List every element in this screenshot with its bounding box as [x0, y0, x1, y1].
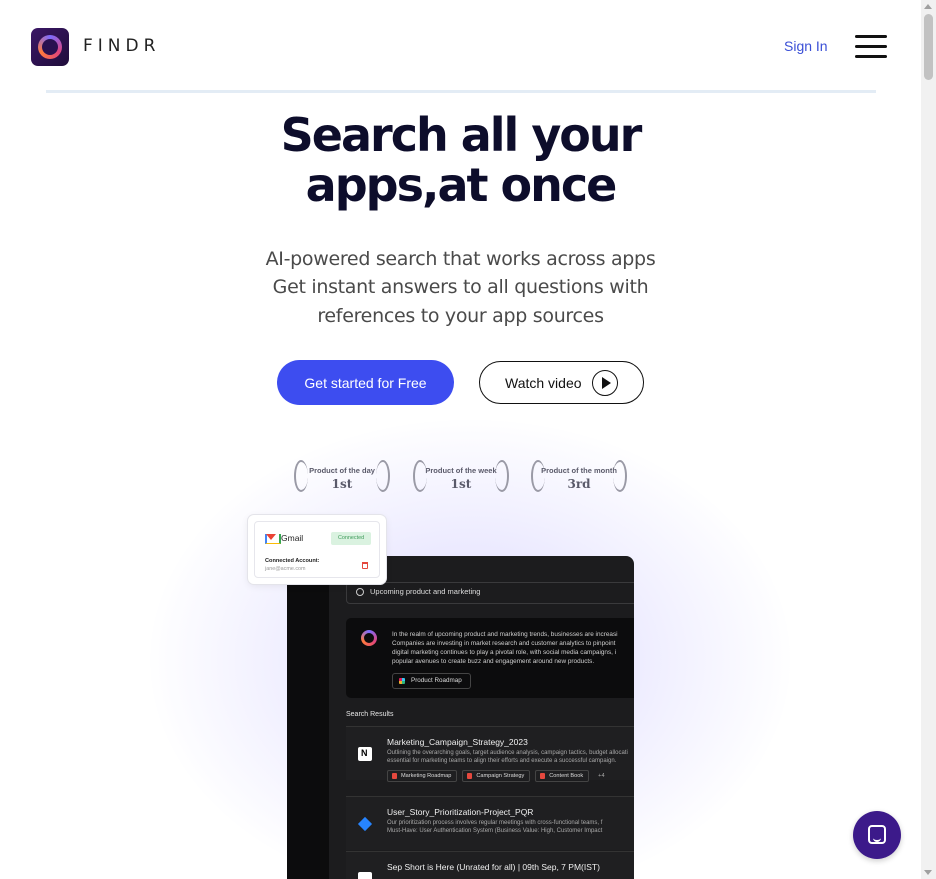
trash-icon [362, 562, 368, 569]
hero-subtitle-3: references to your app sources [317, 305, 604, 327]
laurel-right-icon [613, 460, 627, 492]
ai-source-chip: Product Roadmap [392, 673, 471, 689]
play-icon [592, 370, 618, 396]
result-title: Sep Short is Here (Unrated for all) | 09… [387, 862, 600, 872]
result-item: User_Story_Prioritization-Project_PQR Ou… [346, 796, 634, 850]
findr-logo-icon[interactable] [31, 28, 69, 66]
gmail-name: Gmail [281, 533, 304, 543]
laurel-right-icon [495, 460, 509, 492]
result-tags: Marketing Roadmap Campaign Strategy Cont… [387, 770, 605, 782]
result-desc-line: Must-Have: User Authentication System (B… [387, 828, 603, 834]
hero-title-highlight: at once [431, 158, 626, 212]
result-item: Sep Short is Here (Unrated for all) | 09… [346, 851, 634, 879]
chat-icon [868, 825, 886, 844]
jira-icon [357, 816, 373, 832]
header-divider [46, 90, 876, 93]
result-desc-line: Outlining the overarching goals, target … [387, 750, 628, 756]
laurel-left-icon [294, 460, 308, 492]
scroll-thumb[interactable] [924, 14, 933, 80]
result-desc-line: Our prioritization process involves regu… [387, 820, 603, 826]
ai-answer-line: In the realm of upcoming product and mar… [392, 631, 618, 638]
hero-subtitle-1: AI-powered search that works across apps [265, 248, 656, 270]
mockup-sidebar [287, 556, 329, 879]
result-desc-line: essential for marketing teams to align t… [387, 758, 617, 764]
search-icon [356, 588, 364, 596]
ai-answer-line: popular avenues to create buzz and engag… [392, 658, 595, 665]
hero-title-prefix: apps, [305, 158, 440, 212]
page-scrollbar[interactable] [921, 0, 936, 879]
search-results-label: Search Results [346, 711, 394, 718]
gmail-icon [265, 534, 281, 544]
get-started-button[interactable]: Get started for Free [277, 360, 454, 405]
result-desc: Outlining the overarching goals, target … [387, 749, 634, 765]
account-email: jane@acme.com [265, 566, 306, 572]
hero-subtitle-2: Get instant answers to all questions wit… [272, 276, 649, 298]
product-mockup: Upcoming product and marketing In the re… [287, 556, 634, 879]
badge-product-of-month: Product of the month 3rd [529, 458, 629, 494]
findr-avatar-icon [361, 630, 377, 646]
watch-video-button[interactable]: Watch video [479, 361, 644, 404]
scroll-up-icon[interactable] [924, 4, 932, 9]
badge-product-of-week: Product of the week 1st [411, 458, 511, 494]
result-tag: Campaign Strategy [462, 770, 531, 782]
result-title: Marketing_Campaign_Strategy_2023 [387, 737, 528, 747]
hamburger-menu-icon[interactable] [853, 32, 889, 60]
ai-answer-line: digital marketing continues to play a pi… [392, 649, 617, 656]
badge-product-of-day: Product of the day 1st [292, 458, 392, 494]
ai-answer-line: Companies are investing in market resear… [392, 640, 616, 647]
mockup-search-input: Upcoming product and marketing [346, 582, 634, 604]
hero-title-line2: apps, at once [0, 160, 921, 210]
result-item: Marketing_Campaign_Strategy_2023 Outlini… [346, 726, 634, 782]
result-desc: Our prioritization process involves regu… [387, 819, 634, 835]
connected-badge: Connected [331, 532, 372, 545]
ai-answer-text: In the realm of upcoming product and mar… [392, 630, 634, 666]
account-label: Connected Account: [265, 558, 320, 564]
hero-title-line1: Search all your [280, 108, 643, 162]
laurel-left-icon [531, 460, 545, 492]
result-tag: Marketing Roadmap [387, 770, 458, 782]
gmail-icon [358, 872, 372, 879]
brand-name[interactable]: FINDR [83, 36, 160, 56]
result-more-count: +4 [598, 773, 605, 779]
result-title: User_Story_Prioritization-Project_PQR [387, 807, 534, 817]
chat-launcher-button[interactable] [853, 811, 901, 859]
site-header: FINDR Sign In [0, 0, 921, 93]
watch-video-label: Watch video [505, 374, 582, 391]
sign-in-link[interactable]: Sign In [784, 38, 828, 54]
scroll-down-icon[interactable] [924, 870, 932, 875]
notion-icon [358, 747, 372, 761]
gmail-connection-card: Gmail Connected Connected Account: jane@… [248, 515, 386, 584]
laurel-left-icon [413, 460, 427, 492]
result-tag: Content Book [535, 770, 590, 782]
mockup-ai-answer: In the realm of upcoming product and mar… [346, 618, 634, 698]
laurel-right-icon [376, 460, 390, 492]
mockup-search-text: Upcoming product and marketing [370, 587, 481, 596]
